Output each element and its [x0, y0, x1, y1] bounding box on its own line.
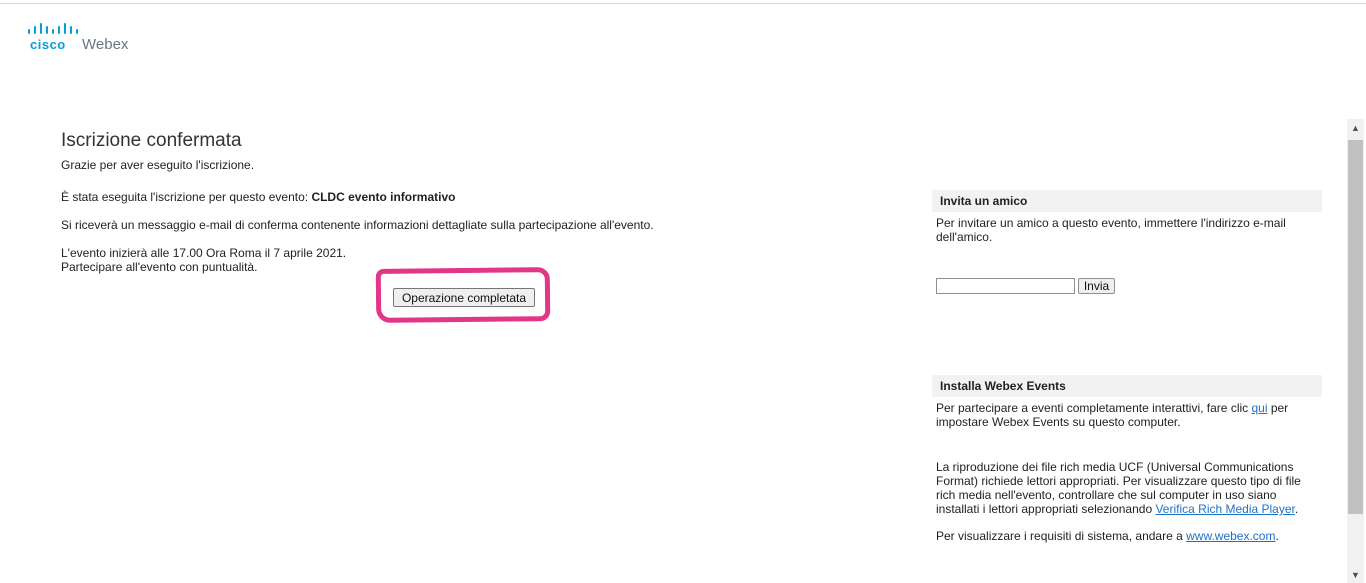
system-requirements-text: Per visualizzare i requisiti di sistema,…	[936, 529, 1314, 543]
vertical-scrollbar[interactable]: ▲ ▼	[1347, 119, 1364, 583]
invite-friend-text: Per invitare un amico a questo evento, i…	[936, 216, 1286, 244]
registered-text: È stata eseguita l'iscrizione per questo…	[61, 190, 455, 204]
install-webex-text: Per partecipare a eventi completamente i…	[936, 401, 1314, 429]
page-title: Iscrizione confermata	[61, 130, 242, 151]
rich-media-text: La riproduzione dei file rich media UCF …	[936, 460, 1314, 516]
rich-media-end: .	[1294, 502, 1299, 516]
start-time-text: L'evento inizierà alle 17.00 Ora Roma il…	[61, 246, 347, 260]
cisco-bars-icon	[28, 23, 78, 34]
verify-rich-media-link[interactable]: Verifica Rich Media Player	[1155, 502, 1294, 516]
requirements-end: .	[1275, 529, 1279, 543]
install-webex-header: Installa Webex Events	[932, 375, 1322, 397]
invite-friend-header: Invita un amico	[932, 190, 1322, 212]
top-border	[0, 3, 1366, 4]
scroll-down-icon[interactable]: ▼	[1347, 566, 1364, 583]
event-name: CLDC evento informativo	[311, 190, 456, 204]
invite-button[interactable]: Invia	[1078, 278, 1115, 294]
cisco-webex-logo: cisco Webex	[26, 22, 146, 54]
done-button[interactable]: Operazione completata	[393, 288, 535, 307]
logo-cisco-text: cisco	[30, 37, 66, 52]
webex-site-link[interactable]: www.webex.com	[1186, 529, 1275, 543]
page: cisco Webex Iscrizione confermata Grazie…	[0, 0, 1366, 583]
logo-webex-text: Webex	[82, 36, 129, 53]
friend-email-input[interactable]	[936, 278, 1075, 294]
confirmation-email-text: Si riceverà un messaggio e-mail di confe…	[61, 218, 654, 232]
requirements-body: Per visualizzare i requisiti di sistema,…	[936, 529, 1187, 543]
thanks-text: Grazie per aver eseguito l'iscrizione.	[61, 158, 255, 172]
punctuality-text: Partecipare all'evento con puntualità.	[61, 260, 258, 274]
install-here-link[interactable]: qui	[1251, 401, 1267, 415]
registered-prefix: È stata eseguita l'iscrizione per questo…	[61, 190, 312, 204]
scroll-thumb[interactable]	[1348, 140, 1363, 514]
install-text-before: Per partecipare a eventi completamente i…	[936, 401, 1252, 415]
scroll-up-icon[interactable]: ▲	[1347, 119, 1364, 136]
